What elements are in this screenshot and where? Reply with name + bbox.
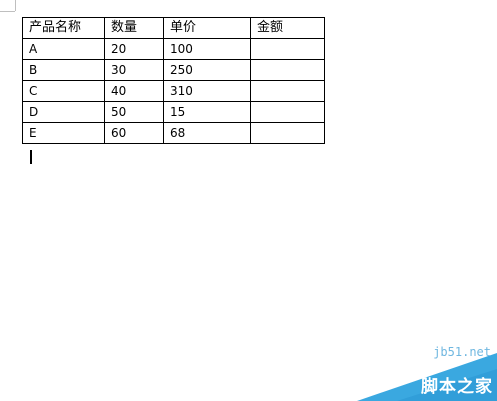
table-cell[interactable]: 40 [104, 80, 164, 102]
table-cell[interactable]: B [22, 59, 105, 81]
table-cell[interactable] [250, 38, 325, 60]
table-cell[interactable]: 20 [104, 38, 164, 60]
watermark-logo: jb51.net 脚本之家 [357, 341, 497, 401]
header-cell-product-name[interactable]: 产品名称 [22, 17, 105, 39]
text-cursor [30, 150, 32, 164]
table-cell[interactable]: 60 [104, 122, 164, 144]
table-row: C 40 310 [22, 80, 325, 102]
margin-corner-mark [0, 11, 15, 12]
table-row: D 50 15 [22, 101, 325, 123]
table-cell[interactable]: 30 [104, 59, 164, 81]
header-cell-amount[interactable]: 金额 [250, 17, 325, 39]
table-cell[interactable]: 50 [104, 101, 164, 123]
table-cell[interactable]: A [22, 38, 105, 60]
table-cell[interactable]: 310 [163, 80, 251, 102]
table-cell[interactable]: C [22, 80, 105, 102]
table-cell[interactable]: 15 [163, 101, 251, 123]
table-cell[interactable]: D [22, 101, 105, 123]
header-cell-quantity[interactable]: 数量 [104, 17, 164, 39]
table-row: E 60 68 [22, 122, 325, 144]
table-cell[interactable] [250, 101, 325, 123]
watermark-domain: jb51.net [433, 345, 491, 359]
table-cell[interactable]: 100 [163, 38, 251, 60]
table-row: A 20 100 [22, 38, 325, 60]
header-cell-unit-price[interactable]: 单价 [163, 17, 251, 39]
margin-corner-mark [15, 0, 16, 11]
table-cell[interactable] [250, 122, 325, 144]
table-row: B 30 250 [22, 59, 325, 81]
watermark-name: 脚本之家 [421, 377, 493, 397]
table-cell[interactable] [250, 59, 325, 81]
table-header-row: 产品名称 数量 单价 金额 [22, 17, 325, 39]
document-page: 产品名称 数量 单价 金额 A 20 100 B 30 250 C 40 310 [0, 0, 497, 401]
data-table: 产品名称 数量 单价 金额 A 20 100 B 30 250 C 40 310 [22, 17, 325, 144]
table-cell[interactable]: 250 [163, 59, 251, 81]
table-cell[interactable]: E [22, 122, 105, 144]
table-cell[interactable]: 68 [163, 122, 251, 144]
table-cell[interactable] [250, 80, 325, 102]
